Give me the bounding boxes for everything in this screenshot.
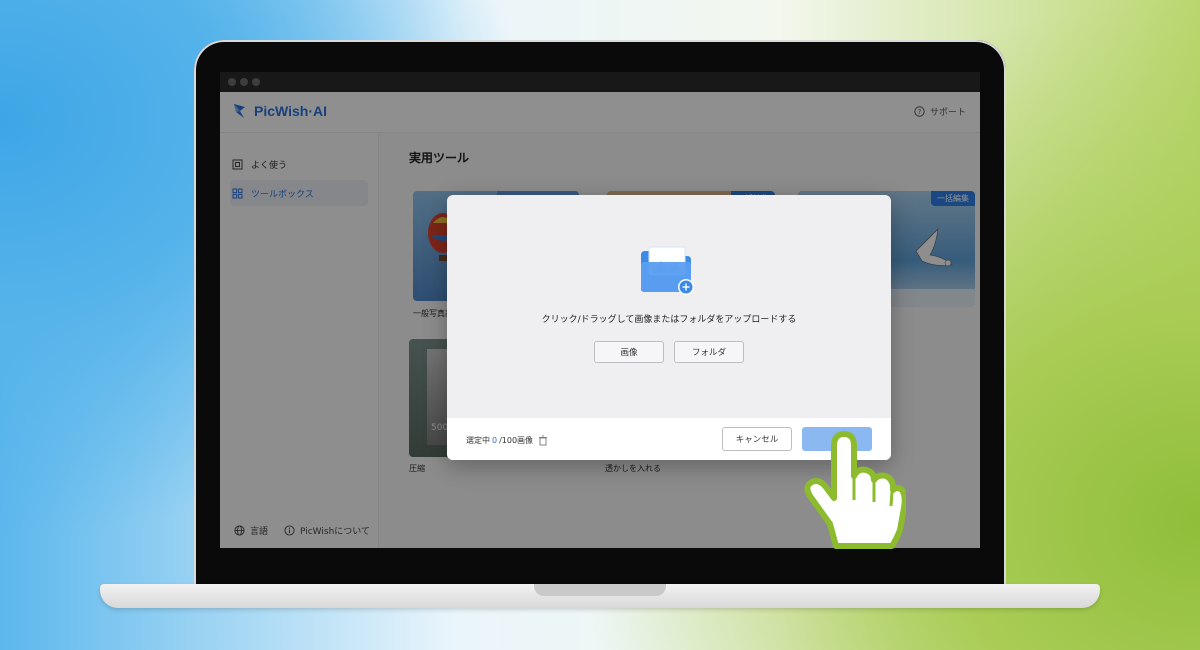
laptop-notch	[534, 584, 666, 596]
selected-count: 選定中 0 /100画像	[466, 435, 548, 446]
upload-instruction: クリック/ドラッグして画像またはフォルダをアップロードする	[541, 315, 797, 325]
folder-upload-icon	[641, 246, 694, 295]
selected-number: 0	[492, 436, 498, 445]
selected-prefix: 選定中	[466, 436, 490, 445]
select-image-button[interactable]: 画像	[594, 341, 664, 363]
select-folder-button[interactable]: フォルダ	[674, 341, 744, 363]
cancel-button[interactable]: キャンセル	[722, 427, 792, 451]
trash-icon[interactable]	[538, 435, 548, 446]
selected-suffix: /100画像	[499, 436, 534, 445]
upload-dialog: クリック/ドラッグして画像またはフォルダをアップロードする 画像 フォルダ 選定…	[447, 195, 891, 460]
pointing-hand-icon	[804, 431, 906, 549]
